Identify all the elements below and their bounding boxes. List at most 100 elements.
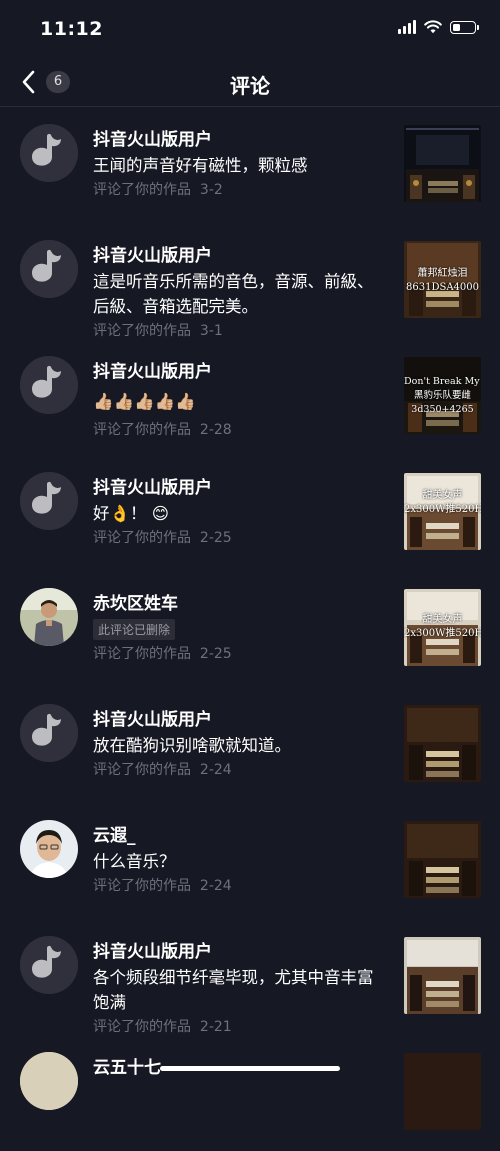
battery-level-fill	[453, 23, 460, 31]
user-photo-avatar	[20, 1052, 78, 1110]
username[interactable]: 云遐_	[93, 821, 136, 846]
comment-item[interactable]: 抖音火山版用户 放在酷狗识别啥歌就知道。 评论了你的作品 2-24	[0, 687, 500, 803]
video-thumbnail[interactable]	[404, 821, 481, 898]
default-user-avatar-icon	[20, 240, 78, 298]
avatar[interactable]	[20, 356, 78, 414]
comment-item[interactable]: 云五十七	[0, 1035, 500, 1151]
comment-date: 2-28	[199, 422, 232, 438]
thumbnail-caption: 甜美女声 2x300W推520H	[404, 613, 481, 641]
audio-room-image	[404, 1053, 481, 1130]
comment-item[interactable]: 赤坎区姓车 此评论已删除 评论了你的作品 2-25 甜美女声 2x300W推52…	[0, 571, 500, 687]
nav-bar: 6 评论	[0, 58, 500, 107]
avatar[interactable]	[20, 820, 78, 878]
thumbnail-caption-line: 2x300W推520H	[404, 504, 481, 515]
status-bar: 11:12	[0, 0, 500, 58]
comment-date: 3-2	[199, 182, 223, 198]
video-thumbnail[interactable]: 甜美女声 2x300W推520H	[404, 589, 481, 666]
thumbnail-caption: Don't Break My Heart 黑豹乐队要雌 3d350+4265	[404, 375, 481, 417]
comment-date: 2-21	[199, 1019, 232, 1035]
comment-action: 评论了你的作品	[93, 530, 191, 546]
comment-item[interactable]: 抖音火山版用户 王闻的声音好有磁性，颗粒感 评论了你的作品 3-2	[0, 107, 500, 223]
home-indicator	[160, 1066, 340, 1071]
comment-meta: 评论了你的作品 2-25	[93, 527, 232, 547]
status-icons	[398, 20, 479, 34]
comment-meta: 评论了你的作品 2-24	[93, 759, 232, 779]
comment-item[interactable]: 抖音火山版用户 👍🏼👍🏼👍🏼👍🏼👍🏼 评论了你的作品 2-28 Don't Br…	[0, 339, 500, 455]
default-user-avatar-icon	[20, 472, 78, 530]
cellular-signal-icon	[398, 20, 416, 34]
comment-action: 评论了你的作品	[93, 182, 191, 198]
avatar[interactable]	[20, 472, 78, 530]
thumbnail-caption: 甜美女声 2x300W推520H	[404, 489, 481, 517]
username[interactable]: 抖音火山版用户	[93, 357, 212, 382]
audio-room-image	[404, 125, 481, 202]
comment-text: 各个频段细节纤毫毕现，尤其中音丰富饱满	[93, 968, 374, 1012]
comment-item[interactable]: 抖音火山版用户 好👌！ 😊 评论了你的作品 2-25 甜美女声 2x300W推5…	[0, 455, 500, 571]
status-time: 11:12	[40, 18, 103, 40]
video-thumbnail[interactable]: 蕭邦紅烛泪 8631DSA4000	[404, 241, 481, 318]
default-user-avatar-icon	[20, 124, 78, 182]
comment-action: 评论了你的作品	[93, 762, 191, 778]
avatar[interactable]	[20, 704, 78, 762]
comment-text: 放在酷狗识别啥歌就知道。	[93, 736, 291, 755]
comment-text: 王闻的声音好有磁性，颗粒感	[93, 156, 308, 175]
page-title: 评论	[230, 74, 270, 98]
avatar[interactable]	[20, 124, 78, 182]
comment-item[interactable]: 抖音火山版用户 這是听音乐所需的音色，音源、前級、后級、音箱选配完美。 评论了你…	[0, 223, 500, 339]
battery-icon	[450, 20, 479, 34]
comment-meta: 评论了你的作品 2-24	[93, 875, 232, 895]
audio-room-image	[404, 821, 481, 898]
avatar[interactable]	[20, 1052, 78, 1110]
thumbnail-caption-line: 2x300W推520H	[404, 628, 481, 639]
comment-date: 3-1	[199, 323, 223, 339]
thumbnail-caption-line: 3d350+4265	[411, 404, 474, 415]
username[interactable]: 抖音火山版用户	[93, 937, 212, 962]
thumbnail-caption-line: 蕭邦紅烛泪	[417, 268, 468, 279]
comment-meta: 评论了你的作品 3-1	[93, 320, 223, 340]
username[interactable]: 抖音火山版用户	[93, 705, 212, 730]
comment-action: 评论了你的作品	[93, 323, 191, 339]
comment-action: 评论了你的作品	[93, 422, 191, 438]
thumbnail-caption-line: 甜美女声	[422, 490, 463, 501]
video-thumbnail[interactable]	[404, 1053, 481, 1130]
comment-meta: 评论了你的作品 2-28	[93, 419, 232, 439]
user-photo-avatar	[20, 820, 78, 878]
username[interactable]: 云五十七	[93, 1053, 161, 1078]
thumbnail-caption-line: 甜美女声	[422, 614, 463, 625]
thumbnail-caption-line: 8631DSA4000	[406, 282, 479, 293]
avatar[interactable]	[20, 240, 78, 298]
video-thumbnail[interactable]: 甜美女声 2x300W推520H	[404, 473, 481, 550]
avatar[interactable]	[20, 936, 78, 994]
username[interactable]: 抖音火山版用户	[93, 241, 212, 266]
thumbnail-caption: 蕭邦紅烛泪 8631DSA4000	[404, 267, 481, 295]
default-user-avatar-icon	[20, 936, 78, 994]
comment-date: 2-24	[199, 762, 232, 778]
comment-date: 2-25	[199, 530, 232, 546]
comment-date: 2-25	[199, 646, 232, 662]
comment-text: 這是听音乐所需的音色，音源、前級、后級、音箱选配完美。	[93, 272, 374, 316]
comment-action: 评论了你的作品	[93, 878, 191, 894]
avatar[interactable]	[20, 588, 78, 646]
thumbnail-caption-line: 黑豹乐队要雌	[413, 390, 471, 401]
user-photo-avatar	[20, 588, 78, 646]
comment-meta: 评论了你的作品 3-2	[93, 179, 223, 199]
comment-text: 什么音乐？	[93, 852, 176, 871]
deleted-comment-badge: 此评论已删除	[93, 619, 176, 640]
comment-action: 评论了你的作品	[93, 646, 191, 662]
comment-item[interactable]: 抖音火山版用户 各个频段细节纤毫毕现，尤其中音丰富饱满 评论了你的作品 2-21	[0, 919, 500, 1035]
default-user-avatar-icon	[20, 704, 78, 762]
comment-date: 2-24	[199, 878, 232, 894]
username[interactable]: 抖音火山版用户	[93, 473, 212, 498]
video-thumbnail[interactable]: Don't Break My Heart 黑豹乐队要雌 3d350+4265	[404, 357, 481, 434]
comment-text: 好👌！ 😊	[93, 504, 169, 523]
wifi-icon	[424, 20, 442, 34]
username[interactable]: 抖音火山版用户	[93, 125, 212, 150]
audio-room-image	[404, 705, 481, 782]
audio-room-image	[404, 937, 481, 1014]
video-thumbnail[interactable]	[404, 705, 481, 782]
video-thumbnail[interactable]	[404, 937, 481, 1014]
video-thumbnail[interactable]	[404, 125, 481, 202]
comment-item[interactable]: 云遐_ 什么音乐？ 评论了你的作品 2-24	[0, 803, 500, 919]
comment-meta: 评论了你的作品 2-21	[93, 1016, 232, 1036]
username[interactable]: 赤坎区姓车	[93, 589, 178, 614]
